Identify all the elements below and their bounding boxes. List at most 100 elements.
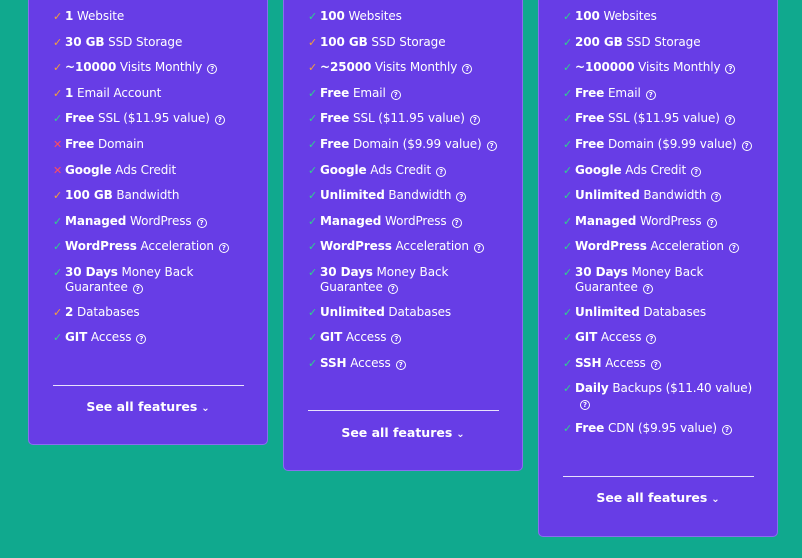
feature-item: ✓ Google Ads Credit? — [308, 163, 504, 178]
feature-item: ✓ 30 Days Money Back Guarantee? — [563, 265, 759, 295]
help-icon[interactable]: ? — [691, 166, 702, 177]
help-icon[interactable]: ? — [706, 217, 717, 228]
feature-text: Access — [342, 330, 387, 345]
help-icon[interactable]: ? — [741, 141, 752, 151]
help-icon[interactable]: ? — [196, 217, 207, 228]
feature-text: Acceleration — [136, 239, 214, 254]
check-icon: ✓ — [563, 214, 573, 228]
feature-text: Bandwidth — [384, 188, 452, 203]
help-icon[interactable]: ? — [207, 64, 218, 75]
feature-highlight: 30 GB — [65, 34, 105, 49]
help-icon[interactable]: ? — [728, 243, 739, 254]
check-icon: ✓ — [308, 35, 318, 49]
check-icon: ✓ — [308, 86, 318, 100]
help-icon[interactable]: ? — [387, 284, 398, 294]
feature-highlight: 30 Days — [320, 265, 373, 279]
see-all-features-label: See all features — [86, 399, 198, 414]
help-icon[interactable]: ? — [391, 334, 402, 345]
help-icon[interactable]: ? — [469, 115, 480, 126]
feature-item: ✓ Managed WordPress? — [53, 214, 249, 229]
feature-item: ✓ GIT Access? — [308, 330, 504, 345]
feature-highlight: GIT — [320, 330, 343, 345]
check-icon: ✓ — [563, 189, 573, 203]
feature-text: Bandwidth — [639, 188, 707, 203]
feature-highlight: WordPress — [320, 239, 392, 254]
feature-highlight: Daily — [575, 381, 609, 396]
help-icon[interactable]: ? — [650, 359, 661, 370]
help-icon[interactable]: ? — [642, 284, 653, 294]
feature-item: ✓ ~100000 Visits Monthly? — [563, 60, 759, 75]
feature-text: Website — [73, 9, 125, 23]
feature-text: Visits Monthly — [116, 60, 203, 75]
divider — [53, 385, 244, 386]
help-icon[interactable]: ? — [218, 243, 229, 254]
see-all-features-link[interactable]: See all features ⌄ — [29, 399, 267, 414]
plan-card-premium: ✓ 100 Websites ✓ 100 GB SSD Storage ✓ ~25000 … — [283, 0, 523, 471]
feature-highlight: 30 Days — [575, 265, 628, 279]
help-icon[interactable]: ? — [214, 115, 225, 126]
help-icon[interactable]: ? — [645, 89, 656, 100]
feature-text: Ads Credit — [366, 162, 432, 177]
help-icon[interactable]: ? — [395, 359, 406, 370]
check-icon: ✓ — [308, 112, 318, 126]
feature-highlight: Free — [575, 111, 605, 126]
check-icon: ✓ — [563, 331, 573, 345]
feature-item: ✓ 30 Days Money Back Guarantee? — [53, 265, 249, 295]
feature-item: ✓ Free Email? — [563, 86, 759, 101]
feature-highlight: SSH — [320, 355, 347, 370]
plan-card-single: ✓ 1 Website ✓ 30 GB SSD Storage ✓ ~10000 Visi… — [28, 0, 268, 445]
feature-highlight: Unlimited — [575, 304, 640, 319]
divider — [563, 476, 754, 477]
help-icon[interactable]: ? — [136, 334, 147, 345]
feature-item: ✕ Google Ads Credit — [53, 163, 249, 178]
feature-highlight: Free — [575, 137, 605, 151]
feature-text: Backups ($11.40 value) — [608, 381, 753, 396]
feature-highlight: 2 — [65, 304, 74, 319]
chevron-down-icon: ⌄ — [456, 429, 465, 440]
help-icon[interactable]: ? — [390, 89, 401, 100]
check-icon: ✓ — [308, 356, 318, 370]
help-icon[interactable]: ? — [580, 400, 590, 411]
help-icon[interactable]: ? — [486, 141, 497, 151]
check-icon: ✓ — [53, 61, 63, 75]
feature-text: Visits Monthly — [371, 60, 458, 75]
feature-item: ✓ 100 GB SSD Storage — [308, 35, 504, 50]
help-icon[interactable]: ? — [132, 284, 143, 294]
feature-highlight: WordPress — [575, 239, 647, 254]
feature-highlight: Free — [320, 85, 350, 100]
see-all-features-link[interactable]: See all features ⌄ — [284, 425, 522, 440]
help-icon[interactable]: ? — [724, 115, 735, 126]
help-icon[interactable]: ? — [456, 192, 467, 203]
feature-highlight: Managed — [320, 213, 382, 228]
feature-highlight: Free — [320, 111, 350, 126]
chevron-down-icon: ⌄ — [711, 494, 720, 505]
see-all-features-link[interactable]: See all features ⌄ — [539, 490, 777, 505]
help-icon[interactable]: ? — [721, 424, 732, 435]
help-icon[interactable]: ? — [436, 166, 447, 177]
feature-highlight: GIT — [575, 330, 598, 345]
feature-item: ✓ GIT Access? — [53, 330, 249, 345]
help-icon[interactable]: ? — [462, 64, 473, 75]
feature-text: Acceleration — [646, 239, 724, 254]
feature-highlight: 30 Days — [65, 265, 118, 279]
check-icon: ✓ — [308, 138, 318, 151]
feature-highlight: Unlimited — [320, 188, 385, 203]
feature-highlight: ~100000 — [575, 60, 635, 75]
feature-item: ✓ Unlimited Databases — [308, 305, 504, 320]
feature-text: Websites — [599, 9, 657, 23]
check-icon: ✓ — [308, 240, 318, 254]
check-icon: ✓ — [53, 35, 63, 49]
help-icon[interactable]: ? — [473, 243, 484, 254]
feature-text: Ads Credit — [621, 162, 687, 177]
help-icon[interactable]: ? — [711, 192, 722, 203]
check-icon: ✓ — [308, 305, 318, 319]
help-icon[interactable]: ? — [451, 217, 462, 228]
see-all-features-label: See all features — [341, 425, 453, 440]
feature-highlight: 100 GB — [65, 188, 113, 203]
help-icon[interactable]: ? — [646, 334, 657, 345]
feature-highlight: ~25000 — [320, 60, 372, 75]
feature-item: ✓ Unlimited Databases — [563, 305, 759, 320]
help-icon[interactable]: ? — [725, 64, 736, 75]
feature-text: Domain ($9.99 value) — [604, 137, 737, 151]
feature-text: Email Account — [73, 85, 162, 100]
